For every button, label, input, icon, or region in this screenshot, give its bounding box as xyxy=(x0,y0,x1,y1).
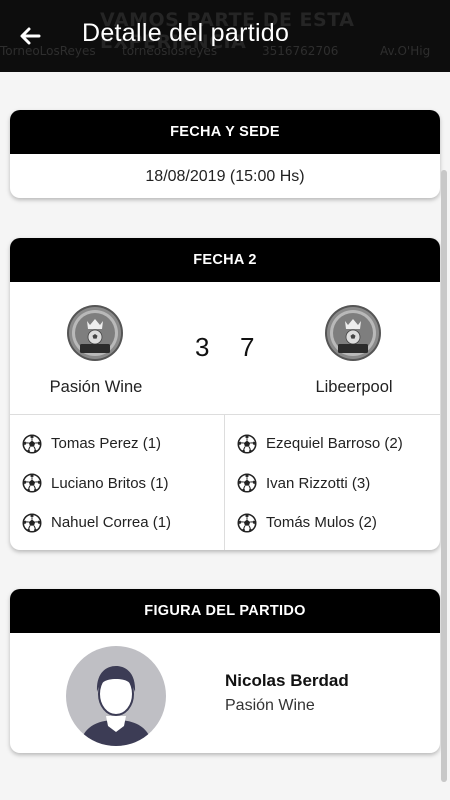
soccer-ball-icon xyxy=(22,434,42,454)
arrow-left-icon xyxy=(20,27,41,45)
away-team-name: Libeerpool xyxy=(315,378,393,396)
page-title: Detalle del partido xyxy=(82,19,290,47)
scorer-name: Luciano Britos (1) xyxy=(51,474,169,492)
mvp-player-team: Pasión Wine xyxy=(225,697,315,714)
match-card: FECHA 2 3 7 Pasión Wine Libeerpool Tomas… xyxy=(10,238,440,550)
home-score: 3 xyxy=(195,332,210,362)
scorer-item: Tomás Mulos (2) xyxy=(237,503,403,543)
team-crest-icon xyxy=(324,304,382,362)
match-card-title: FECHA 2 xyxy=(10,238,440,282)
soccer-ball-icon xyxy=(237,473,257,493)
scorer-item: Luciano Britos (1) xyxy=(22,464,171,504)
match-datetime: 18/08/2019 (15:00 Hs) xyxy=(145,168,305,185)
divider xyxy=(10,414,440,415)
venue-card: FECHA Y SEDE 18/08/2019 (15:00 Hs) xyxy=(10,110,440,198)
back-button[interactable] xyxy=(14,20,46,52)
scorer-item: Nahuel Correa (1) xyxy=(22,503,171,543)
scorer-name: Nahuel Correa (1) xyxy=(51,514,172,532)
app-bar: VAMOS PARTE DE ESTA EXPERIENCIA TorneoLo… xyxy=(0,0,450,72)
scorer-name: Ezequiel Barroso (2) xyxy=(266,435,403,453)
soccer-ball-icon xyxy=(22,473,42,493)
away-score: 7 xyxy=(240,332,255,362)
divider xyxy=(224,414,225,550)
soccer-ball-icon xyxy=(237,434,257,454)
mvp-player-name[interactable]: Nicolas Berdad xyxy=(225,671,349,691)
mvp-card-title: FIGURA DEL PARTIDO xyxy=(10,589,440,633)
venue-card-title: FECHA Y SEDE xyxy=(10,110,440,154)
away-scorers-list: Ezequiel Barroso (2) Ivan Rizzotti (3) T… xyxy=(237,424,403,543)
mvp-card: FIGURA DEL PARTIDO Nicolas Berdad Pasión… xyxy=(10,589,440,753)
soccer-ball-icon xyxy=(22,513,42,533)
banner-address: Av.O'Hig xyxy=(380,44,431,58)
home-team-name: Pasión Wine xyxy=(49,378,143,396)
scorer-item: Ezequiel Barroso (2) xyxy=(237,424,403,464)
scorer-name: Tomas Perez (1) xyxy=(51,435,162,453)
scorer-item: Tomas Perez (1) xyxy=(22,424,171,464)
home-scorers-list: Tomas Perez (1) Luciano Britos (1) Nahue… xyxy=(22,424,171,543)
scorer-item: Ivan Rizzotti (3) xyxy=(237,464,403,504)
user-avatar-icon[interactable] xyxy=(66,646,166,746)
away-team[interactable] xyxy=(298,304,408,367)
scrollbar-thumb[interactable] xyxy=(441,170,447,782)
home-team[interactable] xyxy=(40,304,150,367)
team-crest-icon xyxy=(66,304,124,362)
scorer-name: Ivan Rizzotti (3) xyxy=(266,474,371,492)
scorer-name: Tomás Mulos (2) xyxy=(266,514,377,532)
soccer-ball-icon xyxy=(237,513,257,533)
